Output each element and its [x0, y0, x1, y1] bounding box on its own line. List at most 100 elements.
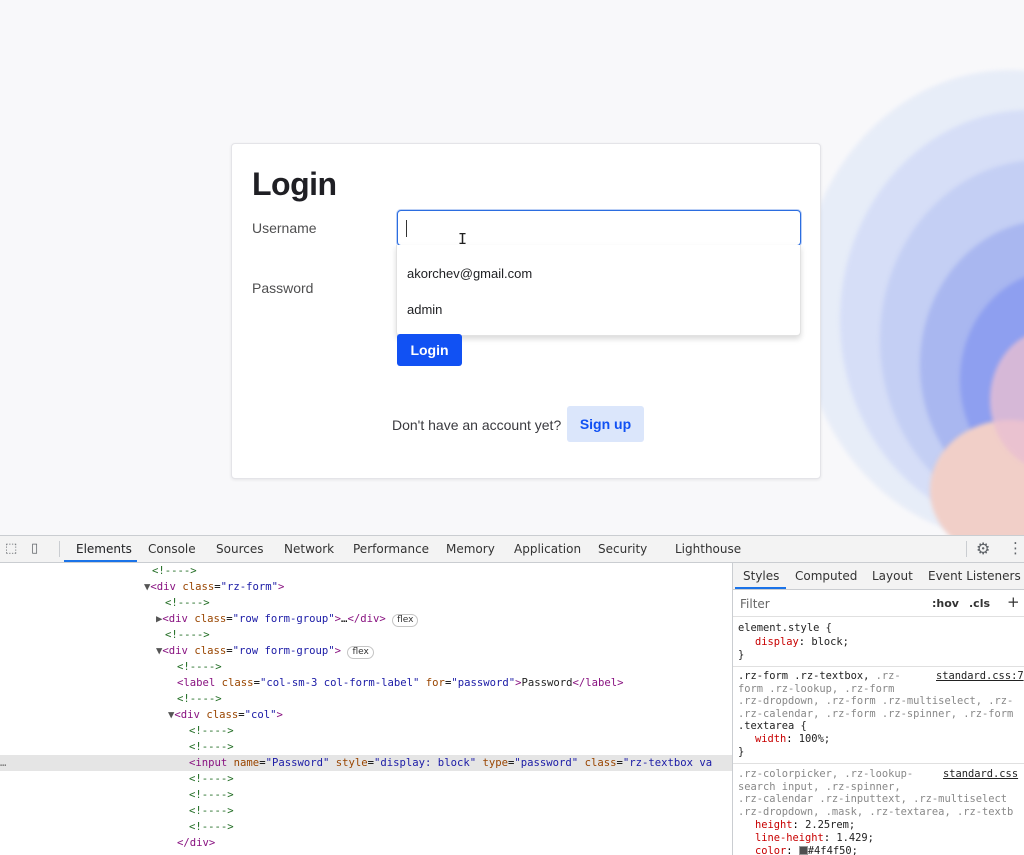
attr-name: name: [233, 757, 260, 769]
attr-value: "col": [244, 709, 277, 721]
selector: .rz-calendar .rz-inputtext, .rz-multisel…: [738, 793, 1007, 805]
styles-filter-input[interactable]: Filter: [740, 597, 770, 611]
tab-computed[interactable]: Computed: [795, 569, 857, 583]
tab-lighthouse[interactable]: Lighthouse: [675, 542, 741, 556]
tab-performance[interactable]: Performance: [353, 542, 429, 556]
devtools-tab-bar: ⬚ ▯ Elements Console Sources Network Per…: [0, 536, 1024, 563]
active-tab-indicator: [735, 587, 786, 589]
divider: [733, 666, 1024, 667]
dom-node[interactable]: <!---->: [0, 563, 732, 579]
login-button[interactable]: Login: [397, 334, 462, 366]
attr-name: class: [194, 613, 227, 625]
divider: [966, 541, 967, 557]
dom-node[interactable]: <!---->: [0, 595, 732, 611]
dom-node[interactable]: <!---->: [0, 627, 732, 643]
dom-node[interactable]: <!---->: [0, 691, 732, 707]
attr-name: class: [182, 581, 215, 593]
selector: .rz-calendar, .rz-form .rz-spinner, .rz-…: [738, 708, 1014, 720]
comment-node: <!---->: [189, 805, 234, 817]
tab-styles[interactable]: Styles: [743, 569, 779, 583]
attr-name: for: [425, 677, 445, 689]
login-title: Login: [252, 166, 337, 202]
gear-icon[interactable]: ⚙: [976, 539, 990, 558]
dom-node[interactable]: <!---->: [0, 819, 732, 835]
more-options-icon[interactable]: ⋮: [1008, 539, 1023, 557]
attr-value: "col-sm-3 col-form-label": [259, 677, 420, 689]
dom-node[interactable]: </div>: [0, 835, 732, 851]
class-toggle[interactable]: .cls: [969, 597, 990, 610]
login-card: Login Username Password I akorchev@gmail…: [231, 143, 821, 479]
tab-security[interactable]: Security: [598, 542, 647, 556]
comment-node: <!---->: [177, 661, 222, 673]
tab-network[interactable]: Network: [284, 542, 334, 556]
attr-value: "password": [451, 677, 516, 689]
css-property: line-height: [755, 832, 824, 844]
hover-state-toggle[interactable]: :hov: [932, 597, 959, 610]
css-declaration[interactable]: height: 2.25rem;: [755, 819, 855, 832]
autocomplete-option[interactable]: akorchev@gmail.com: [407, 266, 532, 281]
selector: .rz-colorpicker, .rz-lookup-: [738, 768, 914, 780]
device-toolbar-icon[interactable]: ▯: [31, 541, 38, 556]
stylesheet-link[interactable]: standard.css:7: [936, 670, 1024, 682]
css-declaration[interactable]: width: 100%;: [755, 733, 830, 746]
stylesheet-link[interactable]: standard.css: [943, 768, 1018, 780]
dom-node[interactable]: ▼<div class="row form-group"> flex: [0, 643, 732, 659]
styles-pane: Styles Computed Layout Event Listeners F…: [732, 563, 1024, 855]
tag-name: label: [183, 677, 216, 689]
autocomplete-option[interactable]: admin: [407, 302, 442, 317]
comment-node: <!---->: [177, 693, 222, 705]
attr-name: type: [482, 757, 508, 769]
dom-node[interactable]: <label class="col-sm-3 col-form-label" f…: [0, 675, 732, 691]
comment-node: <!---->: [165, 597, 210, 609]
tab-layout[interactable]: Layout: [872, 569, 913, 583]
attr-name: class: [206, 709, 239, 721]
comment-node: <!---->: [189, 821, 234, 833]
selected-dom-node[interactable]: … <input name="Password" style="display: …: [0, 755, 732, 771]
dom-node[interactable]: <!---->: [0, 659, 732, 675]
tab-memory[interactable]: Memory: [446, 542, 495, 556]
attr-value: "Password": [265, 757, 330, 769]
add-rule-icon[interactable]: +: [1007, 593, 1020, 611]
selector: .rz-: [869, 670, 901, 682]
signup-button[interactable]: Sign up: [567, 406, 644, 442]
tag-name: div: [180, 709, 200, 721]
attr-name: style: [335, 757, 368, 769]
flex-badge[interactable]: flex: [392, 614, 419, 627]
inspect-element-icon[interactable]: ⬚: [5, 541, 17, 556]
css-declaration[interactable]: line-height: 1.429;: [755, 832, 874, 845]
tab-event-listeners[interactable]: Event Listeners: [928, 569, 1021, 583]
dom-node[interactable]: ▼<div class="col">: [0, 707, 732, 723]
tab-sources[interactable]: Sources: [216, 542, 263, 556]
password-label: Password: [252, 280, 314, 296]
selector: .rz-form .rz-textbox,: [738, 670, 870, 682]
attr-value: "display: block": [374, 757, 477, 769]
active-tab-indicator: [64, 560, 137, 562]
dom-node[interactable]: <!---->: [0, 803, 732, 819]
css-declaration[interactable]: display: block;: [755, 636, 849, 649]
filter-bar: Filter :hov .cls +: [733, 590, 1024, 617]
flex-badge[interactable]: flex: [347, 646, 374, 659]
tab-console[interactable]: Console: [148, 542, 196, 556]
styles-tab-bar: Styles Computed Layout Event Listeners: [733, 563, 1024, 590]
text-caret: [406, 220, 407, 237]
dom-node[interactable]: <!---->: [0, 723, 732, 739]
attr-value: "password": [514, 757, 579, 769]
closing-tag: </div>: [177, 837, 216, 849]
dots-icon: …: [0, 757, 7, 769]
tab-application[interactable]: Application: [514, 542, 581, 556]
attr-value: "rz-textbox va: [622, 757, 713, 769]
comment-node: <!---->: [189, 773, 234, 785]
attr-value: "row form-group": [232, 613, 335, 625]
dom-node[interactable]: ▼<div class="rz-form">: [0, 579, 732, 595]
comment-node: <!---->: [189, 741, 234, 753]
dom-node[interactable]: <!---->: [0, 787, 732, 803]
page-viewport: Login Username Password I akorchev@gmail…: [0, 0, 1024, 535]
dom-node[interactable]: <!---->: [0, 739, 732, 755]
autocomplete-dropdown: akorchev@gmail.com admin: [396, 245, 801, 336]
dom-node[interactable]: <!---->: [0, 771, 732, 787]
tab-elements[interactable]: Elements: [76, 542, 132, 556]
comment-node: <!---->: [165, 629, 210, 641]
attr-name: class: [221, 677, 254, 689]
attr-value: "row form-group": [232, 645, 335, 657]
dom-node[interactable]: ▶<div class="row form-group">…</div> fle…: [0, 611, 732, 627]
